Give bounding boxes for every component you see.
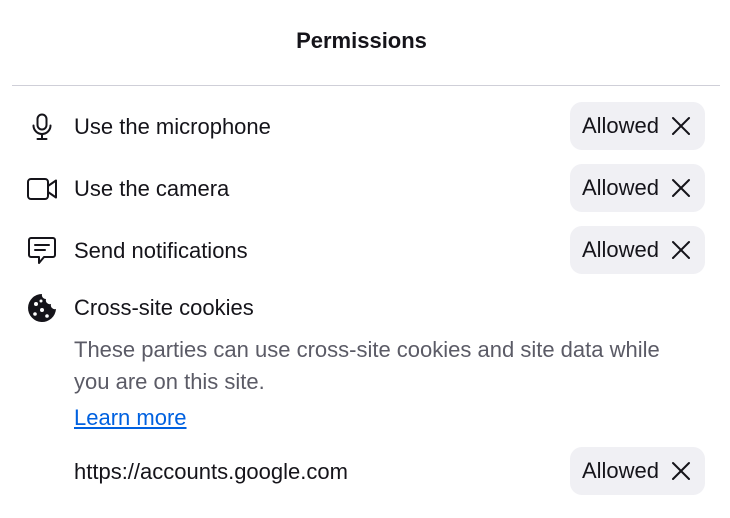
- cookies-section-title: Cross-site cookies: [74, 295, 254, 320]
- panel-title: Permissions: [296, 28, 427, 53]
- cookie-icon: [26, 292, 58, 324]
- microphone-allowed-button[interactable]: Allowed: [569, 102, 705, 150]
- cookie-site-allowed-button[interactable]: Allowed: [569, 447, 705, 495]
- camera-status: Allowed: [581, 175, 659, 200]
- notification-icon: [26, 235, 58, 267]
- cookies-section-header: Cross-site cookies: [0, 282, 730, 332]
- close-icon[interactable]: [671, 116, 691, 136]
- cookies-description: These parties can use cross-site cookies…: [74, 337, 660, 394]
- permission-row-microphone: Use the microphone Allowed: [0, 101, 730, 151]
- header-divider: [12, 85, 720, 86]
- notifications-allowed-button[interactable]: Allowed: [569, 226, 705, 274]
- cookie-site-row: https://accounts.google.com Allowed: [0, 446, 730, 496]
- microphone-status: Allowed: [581, 113, 659, 138]
- close-icon[interactable]: [671, 240, 691, 260]
- permissions-panel: Permissions Use the microphone Allowed U…: [0, 0, 730, 518]
- cookie-site-status: Allowed: [581, 458, 659, 483]
- camera-icon: [26, 173, 58, 205]
- permission-label-camera: Use the camera: [74, 176, 230, 201]
- learn-more-link[interactable]: Learn more: [74, 404, 187, 432]
- permission-label-microphone: Use the microphone: [74, 114, 271, 139]
- close-icon[interactable]: [671, 461, 691, 481]
- cookie-site-origin: https://accounts.google.com: [74, 459, 348, 484]
- permission-row-camera: Use the camera Allowed: [0, 163, 730, 213]
- notifications-status: Allowed: [581, 237, 659, 262]
- camera-allowed-button[interactable]: Allowed: [569, 164, 705, 212]
- close-icon[interactable]: [671, 178, 691, 198]
- microphone-icon: [26, 111, 58, 143]
- permission-label-notifications: Send notifications: [74, 238, 248, 263]
- permission-row-notifications: Send notifications Allowed: [0, 225, 730, 275]
